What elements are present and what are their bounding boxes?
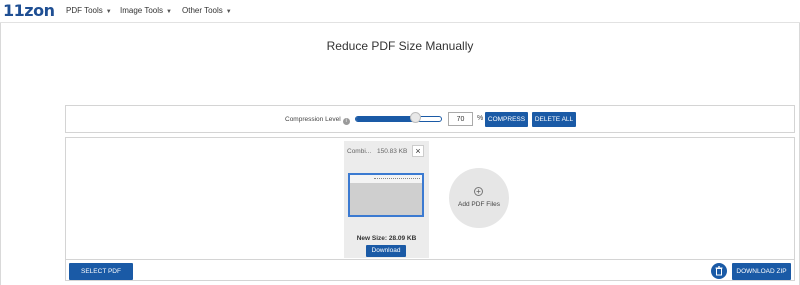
- logo[interactable]: 11zon: [3, 1, 55, 20]
- close-icon[interactable]: ×: [412, 145, 424, 157]
- compression-level-input[interactable]: [448, 112, 473, 126]
- nav-image-tools[interactable]: Image Tools ▼: [120, 6, 172, 15]
- file-card: Combi... 150.83 KB × New Size: 28.09 KB …: [344, 141, 429, 258]
- file-size: 150.83 KB: [377, 148, 408, 155]
- thumbnail-toolbar: [374, 178, 420, 179]
- file-thumbnail[interactable]: [348, 173, 424, 217]
- add-pdf-files-button[interactable]: + Add PDF Files: [449, 168, 509, 228]
- chevron-down-icon: ▼: [105, 9, 112, 15]
- new-size-text: New Size: 28.09 KB: [356, 235, 417, 242]
- thumbnail-header: [350, 175, 422, 183]
- info-icon[interactable]: i: [342, 118, 350, 125]
- chevron-down-icon: ▼: [225, 9, 232, 15]
- slider-fill: [356, 117, 416, 121]
- page-border-left: [0, 23, 1, 285]
- nav-other-tools[interactable]: Other Tools ▼: [182, 6, 232, 15]
- page-title: Reduce PDF Size Manually: [326, 39, 474, 53]
- files-area: Combi... 150.83 KB × New Size: 28.09 KB …: [65, 137, 795, 281]
- add-pdf-files-label: Add PDF Files: [458, 201, 500, 208]
- nav-other-tools-label: Other Tools: [182, 6, 223, 15]
- top-navbar: 11zon PDF Tools ▼ Image Tools ▼ Other Tool…: [0, 0, 800, 23]
- delete-all-button[interactable]: DELETE ALL: [532, 112, 576, 127]
- footer-divider: [66, 259, 794, 260]
- compression-slider[interactable]: [355, 116, 442, 122]
- download-button[interactable]: Download: [366, 245, 406, 257]
- slider-thumb[interactable]: [409, 112, 421, 123]
- compression-level-text: Compression Level: [285, 116, 341, 123]
- select-pdf-button[interactable]: SELECT PDF: [69, 263, 133, 280]
- nav-pdf-tools-label: PDF Tools: [66, 6, 103, 15]
- file-name: Combi...: [347, 148, 372, 155]
- compression-controls: Compression Leveli % COMPRESS DELETE ALL: [65, 105, 795, 133]
- trash-icon[interactable]: [711, 263, 727, 279]
- compression-level-label: Compression Level i: [285, 116, 350, 125]
- nav-image-tools-label: Image Tools: [120, 6, 163, 15]
- download-zip-button[interactable]: DOWNLOAD ZIP: [732, 263, 791, 280]
- plus-circle-icon: +: [474, 187, 483, 196]
- chevron-down-icon: ▼: [166, 9, 172, 15]
- compress-button[interactable]: COMPRESS: [485, 112, 528, 127]
- percent-sign: %: [477, 115, 484, 122]
- nav-pdf-tools[interactable]: PDF Tools ▼: [66, 6, 112, 15]
